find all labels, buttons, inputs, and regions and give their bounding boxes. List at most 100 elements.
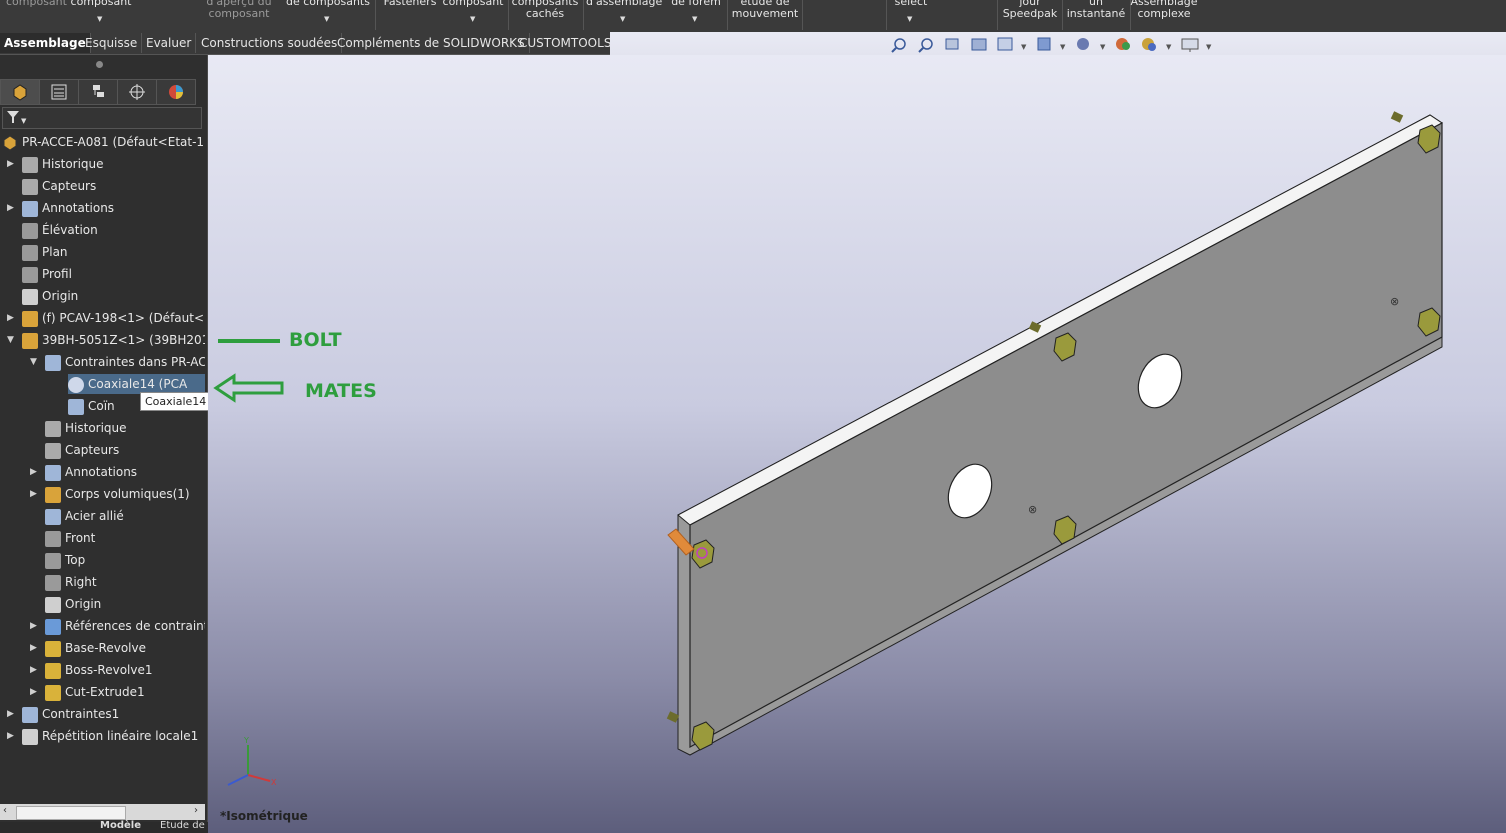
zoom-area-icon[interactable] [918, 38, 933, 53]
expand-arrow-icon[interactable]: ▶ [7, 731, 14, 741]
ribbon-item-2[interactable]: d'aperçu du composant [200, 0, 278, 20]
ribbon-item-12[interactable]: un instantané [1064, 0, 1128, 20]
graphics-area[interactable]: ⊗ ⊗ Y X [208, 55, 1506, 833]
expand-arrow-icon[interactable]: ▶ [30, 489, 37, 499]
tree-item[interactable]: Contraintes dans PR-ACC [45, 352, 205, 372]
expand-arrow-icon[interactable]: ▶ [30, 467, 37, 477]
tree-item[interactable]: Références de contrainte [45, 616, 205, 636]
ribbon-item-7[interactable]: d'assemblage [586, 0, 662, 8]
ribbon-item-5[interactable]: composant [440, 0, 506, 8]
tree-item[interactable]: Top [45, 550, 205, 570]
tree-item[interactable]: Origin [22, 286, 205, 306]
tree-item[interactable]: Coaxiale14 (PCA [68, 374, 205, 394]
ribbon-item-1[interactable]: composant [66, 0, 136, 8]
chevron-down-icon[interactable]: ▼ [1166, 43, 1172, 51]
ribbon-item-9[interactable]: étude de mouvement [730, 0, 800, 20]
ribbon-item-13[interactable]: Assemblage complexe [1130, 0, 1198, 20]
ribbon-item-10[interactable]: sélect [888, 0, 934, 8]
scene-icon[interactable] [1142, 38, 1156, 51]
tab-dimxpert-manager[interactable] [117, 79, 157, 105]
tree-item[interactable]: Élévation [22, 220, 205, 240]
chevron-down-icon[interactable]: ▼ [692, 15, 697, 23]
tree-item[interactable]: Front [45, 528, 205, 548]
zoom-to-fit-icon[interactable] [891, 38, 906, 53]
tree-item[interactable]: Boss-Revolve1 [45, 660, 205, 680]
tree-item[interactable]: Annotations [22, 198, 205, 218]
chevron-down-icon[interactable]: ▼ [470, 15, 475, 23]
chevron-down-icon[interactable]: ▼ [1206, 43, 1212, 51]
ribbon-item-8[interactable]: de forem [668, 0, 724, 8]
chevron-down-icon[interactable]: ▼ [907, 15, 912, 23]
expand-arrow-icon[interactable]: ▶ [7, 709, 14, 719]
chevron-down-icon[interactable]: ▼ [1100, 43, 1106, 51]
tree-item[interactable]: Profil [22, 264, 205, 284]
horizontal-scrollbar[interactable]: ‹ › [0, 804, 205, 820]
ribbon-item-3[interactable]: de composants [286, 0, 370, 8]
material-icon [45, 508, 61, 525]
tree-item-label: Right [65, 575, 97, 589]
chevron-down-icon[interactable]: ▼ [620, 15, 625, 23]
collapse-arrow-icon[interactable]: ▼ [7, 335, 14, 345]
expand-arrow-icon[interactable]: ▶ [30, 687, 37, 697]
collapse-arrow-icon[interactable]: ▼ [30, 357, 37, 367]
tab-model[interactable]: Modèle [100, 820, 141, 831]
scroll-right-icon[interactable]: › [194, 805, 198, 816]
expand-arrow-icon[interactable]: ▶ [7, 203, 14, 213]
dynamic-annotation-icon[interactable] [997, 37, 1013, 51]
tree-item[interactable]: (f) PCAV-198<1> (Défaut<Etat [22, 308, 205, 328]
chevron-down-icon[interactable]: ▼ [324, 15, 329, 23]
ribbon-item-11[interactable]: jour Speedpak [1000, 0, 1060, 20]
tree-item[interactable]: Capteurs [45, 440, 205, 460]
ribbon-item-4[interactable]: Fasteners [380, 0, 440, 8]
tree-item[interactable]: Corps volumiques(1) [45, 484, 205, 504]
expand-arrow-icon[interactable]: ▶ [30, 621, 37, 631]
tab-property-manager[interactable] [39, 79, 79, 105]
tree-item[interactable]: Capteurs [22, 176, 205, 196]
tree-item[interactable]: Annotations [45, 462, 205, 482]
tab-display-manager[interactable] [156, 79, 196, 105]
tab-esquisse[interactable]: Esquisse [81, 33, 143, 53]
expand-arrow-icon[interactable]: ▶ [30, 665, 37, 675]
ribbon-item-6[interactable]: composants cachés [510, 0, 580, 20]
tab-evaluer[interactable]: Evaluer [142, 33, 197, 53]
tree-item[interactable]: Acier allié [45, 506, 205, 526]
appearance-icon[interactable] [1116, 38, 1130, 50]
tree-item[interactable]: Historique [45, 418, 205, 438]
tab-customtools[interactable]: CUSTOMTOOLS [515, 33, 617, 53]
tree-item[interactable]: Plan [22, 242, 205, 262]
ribbon-item-0[interactable]: composant [6, 0, 67, 8]
pattern-icon [22, 728, 38, 745]
tree-item[interactable]: Right [45, 572, 205, 592]
view-orientation-icon[interactable] [1037, 37, 1051, 51]
tab-feature-manager[interactable] [0, 79, 40, 105]
tree-item-label: Annotations [65, 465, 138, 479]
chevron-down-icon[interactable]: ▼ [1060, 43, 1066, 51]
expand-arrow-icon[interactable]: ▶ [7, 313, 14, 323]
scroll-left-icon[interactable]: ‹ [3, 805, 7, 816]
previous-view-icon[interactable] [945, 38, 959, 50]
tree-item[interactable]: Origin [45, 594, 205, 614]
scrollbar-thumb[interactable] [16, 806, 126, 820]
tab-complements-solidworks[interactable]: Compléments de SOLIDWORKS [333, 33, 530, 53]
tree-root[interactable]: PR-ACCE-A081 (Défaut<Etat-1>) [2, 132, 205, 152]
chevron-down-icon[interactable]: ▼ [1021, 43, 1027, 51]
tree-item[interactable]: Répétition linéaire locale1 [22, 726, 205, 746]
section-view-icon[interactable] [971, 38, 987, 51]
tab-configuration-manager[interactable] [78, 79, 118, 105]
tree-filter[interactable]: ▼ [2, 107, 202, 129]
tree-item[interactable]: 39BH-5051Z<1> (39BH201803 [22, 330, 205, 350]
chevron-down-icon[interactable]: ▼ [97, 15, 102, 23]
panel-collapse-handle[interactable] [96, 61, 103, 68]
tab-constructions-soudees[interactable]: Constructions soudées [197, 33, 343, 53]
tree-item-label: Boss-Revolve1 [65, 663, 153, 677]
tree-item[interactable]: Base-Revolve [45, 638, 205, 658]
expand-arrow-icon[interactable]: ▶ [7, 159, 14, 169]
tree-item[interactable]: Historique [22, 154, 205, 174]
tab-assemblage[interactable]: Assemblage [0, 33, 91, 53]
tree-item-label: Top [65, 553, 86, 567]
tree-item[interactable]: Cut-Extrude1 [45, 682, 205, 702]
monitor-icon[interactable] [1181, 38, 1199, 52]
display-style-icon[interactable] [1077, 38, 1089, 50]
expand-arrow-icon[interactable]: ▶ [30, 643, 37, 653]
tree-item[interactable]: Contraintes1 [22, 704, 205, 724]
